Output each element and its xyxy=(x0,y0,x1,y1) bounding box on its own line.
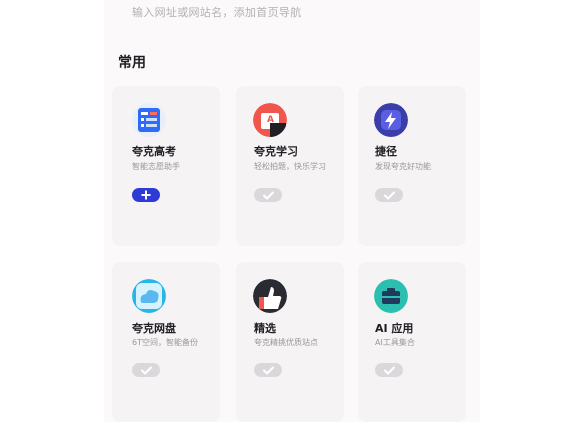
added-toggle-featured[interactable] xyxy=(254,363,282,377)
app-desc-gaokao: 智能志愿助手 xyxy=(132,162,180,171)
check-icon xyxy=(383,366,395,374)
learning-icon: A xyxy=(253,103,287,137)
search-input[interactable]: 输入网址或网站名，添加首页导航 xyxy=(132,4,302,20)
ai-apps-icon xyxy=(374,279,408,313)
section-title: 常用 xyxy=(118,55,146,71)
app-name-gaokao: 夸克高考 xyxy=(132,145,176,158)
added-toggle-shortcut[interactable] xyxy=(375,188,403,202)
app-name-featured: 精选 xyxy=(254,322,276,335)
check-icon xyxy=(262,191,274,199)
app-name-shortcut: 捷径 xyxy=(375,145,397,158)
app-name-cloud-drive: 夸克网盘 xyxy=(132,322,176,335)
add-button-gaokao[interactable] xyxy=(132,188,160,202)
app-name-learning: 夸克学习 xyxy=(254,145,298,158)
featured-icon xyxy=(253,279,287,313)
check-icon xyxy=(262,366,274,374)
check-icon xyxy=(383,191,395,199)
added-toggle-cloud-drive[interactable] xyxy=(132,363,160,377)
plus-icon xyxy=(141,190,151,200)
gaokao-icon xyxy=(132,103,166,137)
app-desc-ai-apps: AI工具集合 xyxy=(375,338,415,347)
app-desc-featured: 夸克精挑优质站点 xyxy=(254,338,318,347)
app-name-ai-apps: AI 应用 xyxy=(375,322,414,335)
cloud-drive-icon xyxy=(132,279,166,313)
shortcut-icon xyxy=(374,103,408,137)
check-icon xyxy=(140,366,152,374)
added-toggle-learning[interactable] xyxy=(254,188,282,202)
app-desc-shortcut: 发现夸克好功能 xyxy=(375,162,431,171)
app-desc-cloud-drive: 6T空间，智能备份 xyxy=(132,338,198,347)
app-desc-learning: 轻松拍题，快乐学习 xyxy=(254,162,326,171)
added-toggle-ai-apps[interactable] xyxy=(375,363,403,377)
